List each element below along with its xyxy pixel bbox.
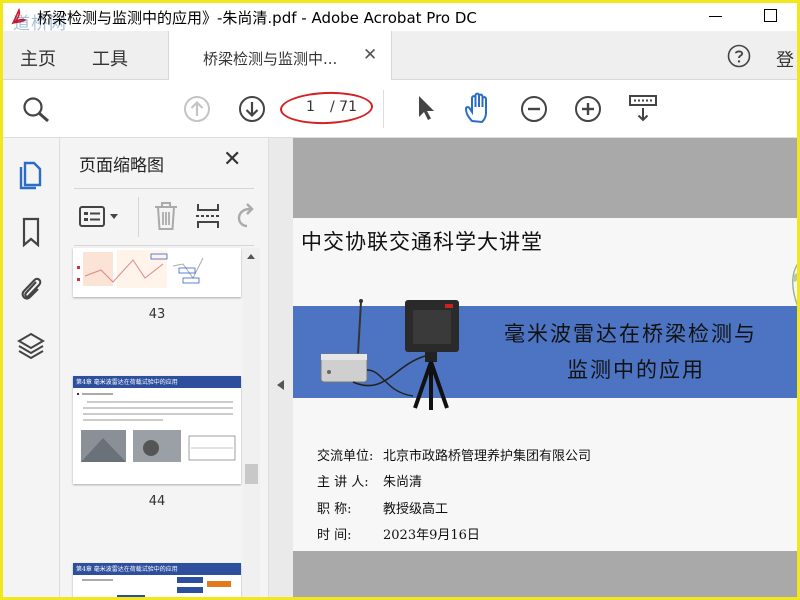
acrobat-logo-icon xyxy=(10,7,28,26)
panel-toolbar-divider xyxy=(138,197,139,237)
layers-icon[interactable] xyxy=(17,330,45,362)
page-thumbnail-44[interactable]: 第4章 毫米波雷达在荷载试验中的应用 xyxy=(73,376,241,484)
slide-title-line2: 监测中的应用 xyxy=(567,358,705,382)
hand-tool-icon[interactable] xyxy=(463,91,495,125)
slide-header: 中交协联交通科学大讲堂 xyxy=(301,230,543,254)
tab-document-label: 桥梁检测与监测中... xyxy=(203,50,338,68)
minimize-button[interactable] xyxy=(709,16,722,17)
info-value: 朱尚清 xyxy=(383,475,423,490)
page-thumbnail-45[interactable]: 第4章 毫米波雷达在荷载试验中的应用 xyxy=(73,563,241,597)
thumbnail-scrollbar[interactable] xyxy=(243,248,260,597)
panel-toolbar xyxy=(74,188,254,246)
zoom-out-icon[interactable] xyxy=(520,95,548,123)
panel-title: 页面缩略图 xyxy=(79,156,164,176)
close-panel-icon[interactable]: ✕ xyxy=(223,147,241,172)
document-view: 中交协联交通科学大讲堂 毫米波雷达在桥梁检测与 监测中的应用 交流单位: 北京市… xyxy=(293,138,797,597)
slide-page: 中交协联交通科学大讲堂 毫米波雷达在桥梁检测与 监测中的应用 交流单位: 北京市… xyxy=(293,218,797,551)
info-label: 职 称: xyxy=(317,502,352,517)
thumbnail-diagram xyxy=(77,250,204,288)
thumbnail-content xyxy=(82,577,231,597)
info-row-title: 职 称: 教授级高工 xyxy=(317,498,448,517)
scroll-up-arrow-icon[interactable] xyxy=(247,254,255,259)
info-row-date: 时 间: 2023年9月16日 xyxy=(317,524,480,543)
info-value: 2023年9月16日 xyxy=(383,528,480,543)
thumbnail-header-text: 第4章 毫米波雷达在荷载试验中的应用 xyxy=(76,379,178,386)
attachments-icon[interactable] xyxy=(17,272,45,304)
zoom-in-icon[interactable] xyxy=(574,95,602,123)
scrollbar-thumb[interactable] xyxy=(245,464,258,484)
title-bar: 道桥网 桥梁检测与监测中的应用》-朱尚清.pdf - Adobe Acrobat… xyxy=(3,3,797,34)
info-value: 教授级高工 xyxy=(383,502,449,517)
select-cursor-icon[interactable] xyxy=(415,94,437,122)
page-down-icon[interactable] xyxy=(238,95,266,123)
extract-pages-icon[interactable] xyxy=(194,200,222,232)
help-icon[interactable] xyxy=(727,44,751,68)
page-thumbnails-icon[interactable] xyxy=(17,158,45,190)
search-icon[interactable] xyxy=(21,95,51,123)
toolbar: 1 / 71 xyxy=(3,80,797,138)
tab-home[interactable]: 主页 xyxy=(20,45,56,71)
fit-page-icon[interactable] xyxy=(628,94,658,124)
close-icon[interactable]: ✕ xyxy=(363,45,377,65)
slide-title-line1: 毫米波雷达在桥梁检测与 xyxy=(504,322,757,346)
trash-icon[interactable] xyxy=(152,200,180,232)
tab-bar: 主页 工具 桥梁检测与监测中... ✕ 登 xyxy=(3,31,797,80)
info-label: 时 间: xyxy=(317,528,352,543)
info-label: 主 讲 人: xyxy=(317,475,369,490)
tab-document[interactable]: 桥梁检测与监测中... ✕ xyxy=(168,31,392,80)
page-thumbnail-43[interactable] xyxy=(73,248,241,297)
rotate-icon[interactable] xyxy=(234,203,256,231)
thumbnail-page-number: 44 xyxy=(148,494,166,509)
left-navigation-rail xyxy=(3,138,60,597)
collapse-arrow-icon[interactable] xyxy=(277,380,284,390)
app-window: 道桥网 桥梁检测与监测中的应用》-朱尚清.pdf - Adobe Acrobat… xyxy=(0,0,800,600)
tab-tools[interactable]: 工具 xyxy=(92,45,128,71)
toolbar-divider xyxy=(383,90,384,128)
thumbnail-header-text: 第4章 毫米波雷达在荷载试验中的应用 xyxy=(76,566,178,573)
page-up-icon[interactable] xyxy=(183,95,211,123)
info-value: 北京市政路桥管理养护集团有限公司 xyxy=(383,449,592,464)
window-title: 桥梁检测与监测中的应用》-朱尚清.pdf - Adobe Acrobat Pro… xyxy=(37,9,477,27)
thumbnail-page-number: 43 xyxy=(148,307,166,322)
panel-collapse-handle[interactable] xyxy=(268,138,293,597)
page-thumbnails-panel: 页面缩略图 ✕ 43 第4章 毫米波雷达在荷载试验中的应用 44 第4章 毫米波… xyxy=(60,138,268,597)
info-row-unit: 交流单位: 北京市政路桥管理养护集团有限公司 xyxy=(317,445,591,464)
bookmarks-icon[interactable] xyxy=(17,216,45,248)
info-label: 交流单位: xyxy=(317,449,374,464)
maximize-button[interactable] xyxy=(764,9,777,22)
thumbnail-options-icon[interactable] xyxy=(78,204,122,230)
thumbnail-content xyxy=(77,393,236,462)
radar-device-image xyxy=(320,299,459,410)
info-row-speaker: 主 讲 人: 朱尚清 xyxy=(317,471,422,490)
sign-in-link[interactable]: 登 xyxy=(776,46,794,72)
